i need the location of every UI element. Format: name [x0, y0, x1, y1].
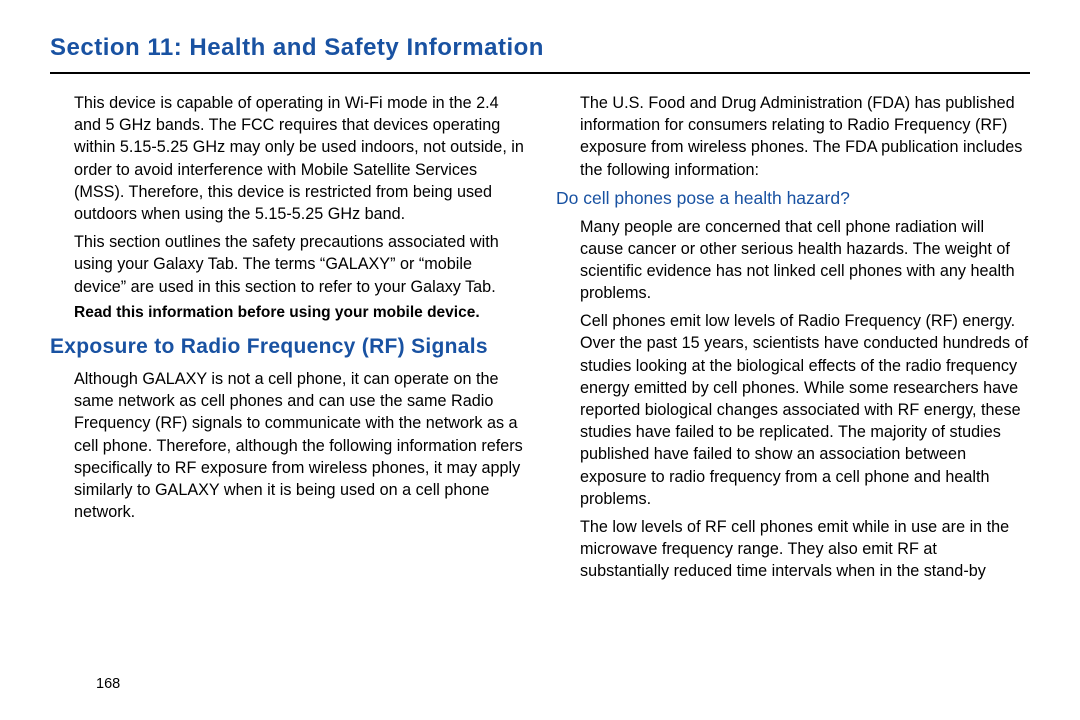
body-paragraph: The U.S. Food and Drug Administration (F… — [556, 92, 1030, 181]
left-column: This device is capable of operating in W… — [50, 92, 524, 589]
body-paragraph: This device is capable of operating in W… — [50, 92, 524, 225]
two-column-layout: This device is capable of operating in W… — [50, 92, 1030, 589]
body-paragraph: Cell phones emit low levels of Radio Fre… — [556, 310, 1030, 510]
page-number: 168 — [96, 676, 120, 692]
section-title: Section 11: Health and Safety Informatio… — [50, 34, 1030, 62]
heading-rf-signals: Exposure to Radio Frequency (RF) Signals — [50, 334, 524, 360]
body-paragraph: The low levels of RF cell phones emit wh… — [556, 516, 1030, 583]
subheading-health-hazard: Do cell phones pose a health hazard? — [556, 187, 1030, 210]
bold-note: Read this information before using your … — [50, 304, 524, 322]
body-paragraph: Many people are concerned that cell phon… — [556, 216, 1030, 305]
body-paragraph: Although GALAXY is not a cell phone, it … — [50, 368, 524, 523]
body-paragraph: This section outlines the safety precaut… — [50, 231, 524, 298]
right-column: The U.S. Food and Drug Administration (F… — [556, 92, 1030, 589]
title-rule — [50, 72, 1030, 74]
manual-page: Section 11: Health and Safety Informatio… — [0, 0, 1080, 720]
